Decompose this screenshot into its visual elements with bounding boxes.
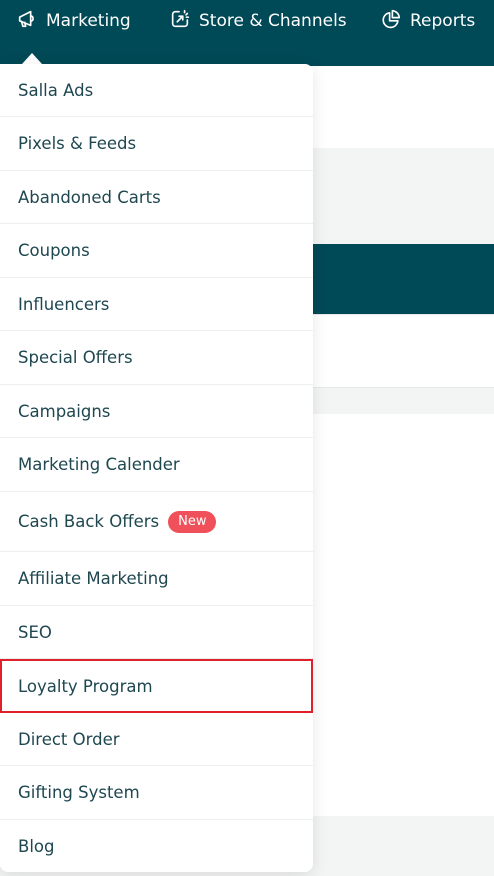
menu-item-abandoned-carts[interactable]: Abandoned Carts — [0, 171, 313, 224]
menu-item-label: Gifting System — [18, 783, 140, 802]
nav-item-marketing[interactable]: Marketing — [16, 0, 131, 42]
menu-item-loyalty-program[interactable]: Loyalty Program — [0, 659, 313, 713]
menu-item-label: Cash Back Offers — [18, 512, 160, 531]
nav-item-store-channels[interactable]: Store & Channels — [169, 0, 347, 42]
nav-label: Reports — [410, 11, 476, 31]
menu-item-label: Special Offers — [18, 348, 133, 367]
menu-item-label: Marketing Calender — [18, 455, 180, 474]
marketing-dropdown-menu: Salla Ads Pixels & Feeds Abandoned Carts… — [0, 64, 313, 872]
nav-item-reports[interactable]: Reports — [380, 0, 475, 42]
top-navigation-bar: Marketing Store & Channels Reports — [0, 0, 494, 66]
menu-item-cash-back-offers[interactable]: Cash Back Offers New — [0, 492, 313, 552]
menu-item-gifting-system[interactable]: Gifting System — [0, 766, 313, 820]
menu-item-label: Blog — [18, 836, 55, 856]
menu-item-blog[interactable]: Blog — [0, 820, 313, 872]
menu-item-marketing-calender[interactable]: Marketing Calender — [0, 438, 313, 492]
menu-item-influencers[interactable]: Influencers — [0, 278, 313, 331]
menu-item-label: Influencers — [18, 294, 110, 314]
menu-item-label: Coupons — [18, 241, 90, 260]
nav-label: Marketing — [46, 11, 131, 31]
menu-item-salla-ads[interactable]: Salla Ads — [0, 64, 313, 117]
menu-item-coupons[interactable]: Coupons — [0, 224, 313, 278]
pie-chart-icon — [380, 8, 402, 35]
menu-item-label: Pixels & Feeds — [18, 134, 137, 153]
menu-item-pixels-feeds[interactable]: Pixels & Feeds — [0, 117, 313, 171]
menu-item-label: Direct Order — [18, 729, 120, 749]
menu-item-direct-order[interactable]: Direct Order — [0, 713, 313, 766]
new-badge: New — [168, 510, 217, 533]
dropdown-caret — [22, 53, 42, 64]
share-box-icon — [169, 8, 191, 35]
menu-item-label: Campaigns — [18, 401, 111, 421]
nav-label: Store & Channels — [199, 11, 347, 31]
menu-item-affiliate-marketing[interactable]: Affiliate Marketing — [0, 552, 313, 606]
menu-item-seo[interactable]: SEO — [0, 606, 313, 659]
menu-item-label: SEO — [18, 622, 52, 642]
megaphone-icon — [16, 8, 38, 35]
menu-item-label: Affiliate Marketing — [18, 569, 169, 588]
menu-item-label: Loyalty Program — [18, 676, 153, 696]
menu-item-special-offers[interactable]: Special Offers — [0, 331, 313, 385]
menu-item-label: Abandoned Carts — [18, 187, 161, 207]
menu-item-label: Salla Ads — [18, 80, 94, 100]
menu-item-campaigns[interactable]: Campaigns — [0, 385, 313, 438]
